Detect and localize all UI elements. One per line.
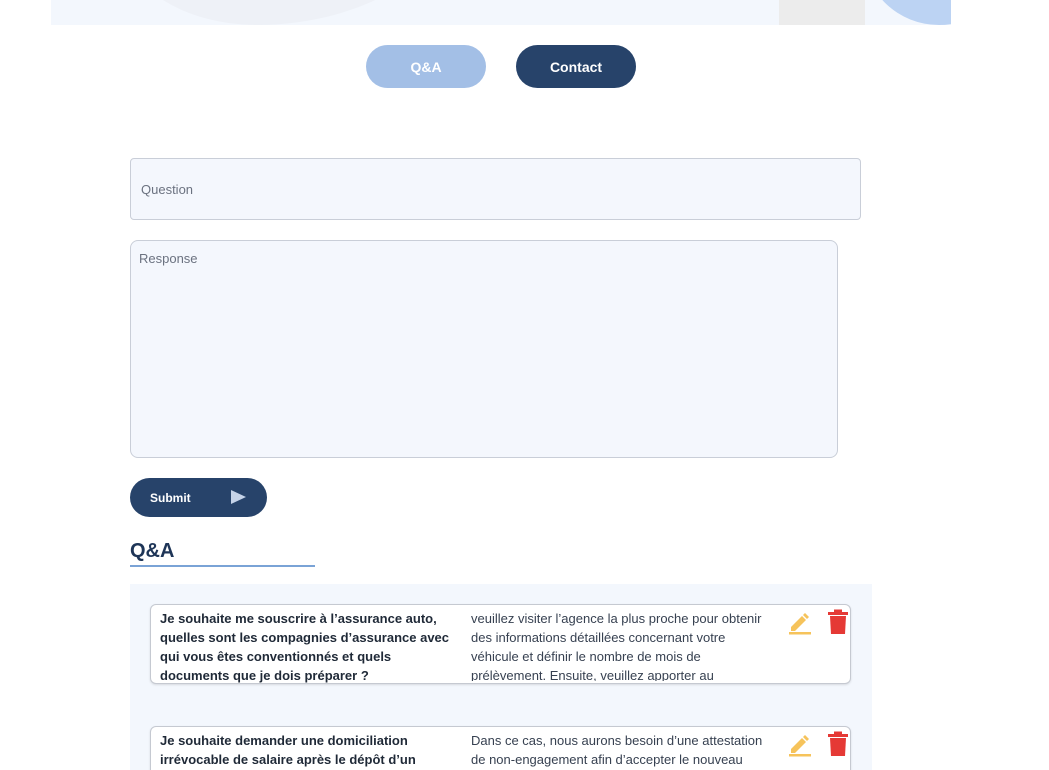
edit-pencil-icon[interactable] (787, 609, 813, 635)
play-icon (231, 490, 246, 504)
qa-item-answer-text: veuillez visiter l’agence la plus proche… (471, 611, 762, 681)
hero-decor-circle (864, 0, 951, 25)
question-input[interactable] (130, 158, 861, 220)
trash-icon[interactable] (827, 731, 849, 757)
hero-decor-block (779, 0, 865, 25)
qa-title-underline (130, 565, 315, 567)
trash-icon[interactable] (827, 609, 849, 635)
tab-qa[interactable]: Q&A (366, 45, 486, 88)
submit-button-label: Submit (150, 491, 191, 505)
qa-section-title: Q&A (130, 540, 175, 562)
tab-contact[interactable]: Contact (516, 45, 636, 88)
qa-list[interactable]: Je souhaite me souscrire à l’assurance a… (130, 584, 872, 770)
hero-decor-shape (121, 0, 461, 25)
qa-item-answer: veuillez visiter l’agence la plus proche… (471, 605, 771, 681)
qa-item: Je souhaite demander une domiciliation i… (150, 726, 851, 770)
hero-banner-strip (51, 0, 951, 25)
qa-item: Je souhaite me souscrire à l’assurance a… (150, 604, 851, 684)
qa-item-question: Je souhaite demander une domiciliation i… (160, 733, 416, 767)
qa-item-answer: Dans ce cas, nous aurons besoin d’une at… (471, 727, 771, 770)
edit-pencil-icon[interactable] (787, 731, 813, 757)
submit-button[interactable]: Submit (130, 478, 267, 517)
qa-item-answer-text: Dans ce cas, nous aurons besoin d’une at… (471, 733, 763, 767)
response-textarea[interactable] (130, 240, 838, 458)
qa-item-question: Je souhaite me souscrire à l’assurance a… (160, 611, 450, 683)
